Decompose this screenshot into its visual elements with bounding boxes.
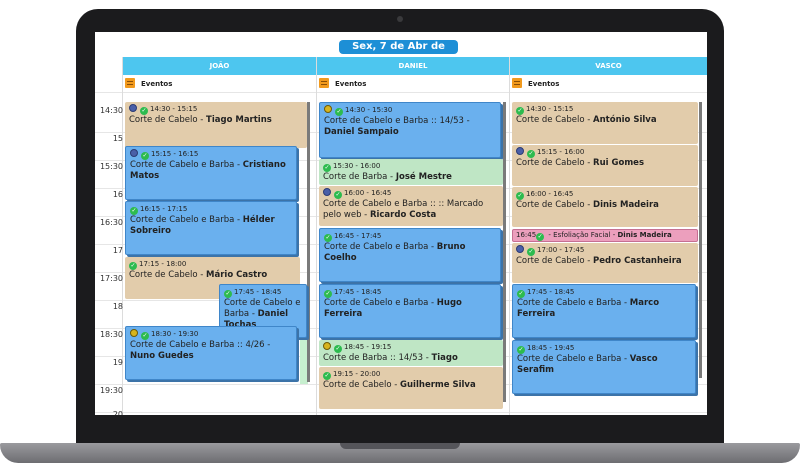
check-icon: ✓ (323, 164, 331, 172)
check-icon: ✓ (527, 248, 535, 256)
appointment-card[interactable]: ✓ 16:45 - 17:45 Corte de Cabelo e Barba -… (319, 228, 501, 282)
time-label: 15:30 (99, 162, 123, 171)
sun-icon (323, 342, 331, 350)
events-label: Eventos (528, 80, 560, 88)
appointment-card[interactable]: ✓ 15:15 - 16:00 Corte de Cabelo - Rui Gom… (512, 145, 698, 186)
calendar-icon (512, 78, 522, 88)
calendar-icon (125, 78, 135, 88)
time-label: 17 (112, 246, 123, 255)
appointment-card[interactable]: ✓ 19:15 - 20:00 Corte de Cabelo - Guilher… (319, 367, 503, 409)
column-header-vasco[interactable]: VASCO (510, 57, 707, 75)
globe-icon (323, 188, 331, 196)
check-icon: ✓ (527, 150, 535, 158)
check-icon: ✓ (536, 233, 545, 241)
sun-icon (324, 105, 332, 113)
check-icon: ✓ (517, 346, 525, 354)
check-icon: ✓ (334, 191, 342, 199)
column-header-joao[interactable]: JOÃO (123, 57, 316, 75)
sun-icon (130, 329, 138, 337)
time-label: 16 (112, 190, 123, 199)
appointment-card[interactable]: 16:45✓ - Esfoliação Facial - Dinis Madei… (512, 229, 698, 242)
check-icon: ✓ (516, 192, 524, 200)
calendar-icon (319, 78, 329, 88)
events-row-joao[interactable]: Eventos (125, 76, 172, 92)
appointment-card[interactable]: ✓ 14:30 - 15:15 Corte de Cabelo - António… (512, 102, 698, 144)
time-label: 16:30 (99, 218, 123, 227)
check-icon: ✓ (129, 262, 137, 270)
check-icon: ✓ (334, 345, 342, 353)
column-header-daniel[interactable]: DANIEL (317, 57, 509, 75)
check-icon: ✓ (517, 290, 525, 298)
time-label: 20 (112, 410, 123, 415)
check-icon: ✓ (324, 290, 332, 298)
appointment-card[interactable]: ✓ 14:30 - 15:30 Corte de Cabelo e Barba :… (319, 102, 501, 158)
globe-icon (516, 147, 524, 155)
time-label: 18:30 (99, 330, 123, 339)
laptop-notch (340, 443, 460, 449)
appointment-card[interactable]: ✓ 16:00 - 16:45 Corte de Cabelo e Barba :… (319, 186, 503, 226)
events-label: Eventos (335, 80, 367, 88)
globe-icon (130, 149, 138, 157)
appointment-card[interactable]: ✓ 16:00 - 16:45 Corte de Cabelo - Dinis M… (512, 187, 698, 227)
time-label: 17:30 (99, 274, 123, 283)
time-label: 18 (112, 302, 123, 311)
time-label: 19 (112, 358, 123, 367)
check-icon: ✓ (335, 108, 343, 116)
check-icon: ✓ (140, 107, 148, 115)
globe-icon (129, 104, 137, 112)
date-selector[interactable]: Sex, 7 de Abr de 2023 (339, 40, 458, 66)
calendar-screen: Sex, 7 de Abr de 2023 JOÃO DANIEL VASCO … (95, 32, 707, 415)
webcam (397, 16, 403, 22)
check-icon: ✓ (516, 107, 524, 115)
appointment-card[interactable]: ✓ 18:30 - 19:30 Corte de Cabelo e Barba :… (125, 326, 297, 380)
appointment-card[interactable]: ✓ 16:15 - 17:15 Corte de Cabelo e Barba -… (125, 201, 297, 255)
time-label: 19:30 (99, 386, 123, 395)
events-row-vasco[interactable]: Eventos (512, 76, 559, 92)
appointment-card[interactable]: ✓ 15:30 - 16:00 Corte de Barba - José Mes… (319, 159, 503, 185)
globe-icon (516, 245, 524, 253)
check-icon: ✓ (323, 372, 331, 380)
check-icon: ✓ (224, 290, 232, 298)
appointment-card[interactable]: ✓ 15:15 - 16:15 Corte de Cabelo e Barba -… (125, 146, 297, 200)
appointment-card[interactable]: ✓ 17:45 - 18:45 Corte de Cabelo e Barba -… (319, 284, 501, 338)
events-label: Eventos (141, 80, 173, 88)
check-icon: ✓ (324, 234, 332, 242)
time-label: 14:30 (99, 106, 123, 115)
check-icon: ✓ (130, 207, 138, 215)
events-row-daniel[interactable]: Eventos (319, 76, 366, 92)
appointment-card[interactable]: ✓ 17:00 - 17:45 Corte de Cabelo - Pedro C… (512, 243, 698, 283)
check-icon: ✓ (141, 332, 149, 340)
check-icon: ✓ (141, 152, 149, 160)
appointment-card[interactable]: ✓ 17:45 - 18:45 Corte de Cabelo e Barba -… (512, 284, 696, 338)
appointment-card[interactable]: ✓ 18:45 - 19:45 Corte de Cabelo e Barba -… (512, 340, 696, 394)
appointment-card[interactable]: ✓ 18:45 - 19:15 Corte de Barba :: 14/53 -… (319, 340, 503, 366)
appointment-card[interactable]: ✓ 14:30 - 15:15 Corte de Cabelo - Tiago M… (125, 102, 307, 148)
time-label: 15 (112, 134, 123, 143)
